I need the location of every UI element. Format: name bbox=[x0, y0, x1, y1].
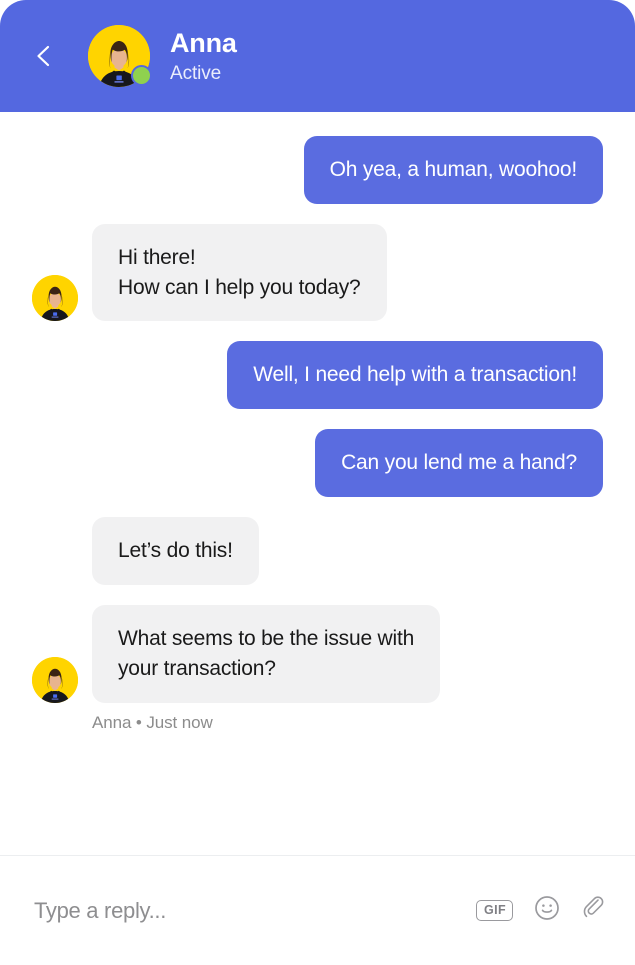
message-bubble-incoming[interactable]: Hi there! How can I help you today? bbox=[92, 223, 387, 322]
message-thread[interactable]: Oh yea, a human, woohoo! Hi there! How c… bbox=[0, 112, 635, 855]
reply-input[interactable] bbox=[34, 897, 476, 924]
message-avatar[interactable] bbox=[32, 656, 78, 703]
online-status-dot bbox=[131, 65, 152, 86]
message-row: Well, I need help with a transaction! bbox=[32, 341, 603, 410]
message-row: Hi there! How can I help you today? bbox=[32, 223, 603, 322]
composer-actions: GIF bbox=[475, 895, 607, 926]
message-meta: Anna • Just now bbox=[92, 712, 213, 732]
header-avatar[interactable] bbox=[88, 25, 152, 87]
message-row: Oh yea, a human, woohoo! bbox=[32, 136, 603, 204]
message-row: Let’s do this! bbox=[32, 517, 603, 585]
attachment-icon bbox=[581, 895, 607, 926]
message-bubble-outgoing[interactable]: Well, I need help with a transaction! bbox=[227, 341, 603, 410]
gif-button[interactable]: GIF bbox=[475, 900, 513, 921]
message-row: Can you lend me a hand? bbox=[32, 429, 603, 498]
header-text-block: Anna Active bbox=[170, 27, 237, 84]
message-bubble-outgoing[interactable]: Can you lend me a hand? bbox=[315, 429, 603, 498]
contact-status: Active bbox=[170, 62, 222, 84]
chevron-left-icon bbox=[31, 43, 57, 69]
message-bubble-outgoing[interactable]: Oh yea, a human, woohoo! bbox=[303, 136, 603, 204]
emoji-button[interactable] bbox=[534, 895, 560, 926]
attachment-button[interactable] bbox=[581, 895, 607, 926]
message-bubble-incoming[interactable]: Let’s do this! bbox=[92, 517, 259, 585]
message-composer: GIF bbox=[0, 855, 635, 965]
avatar-spacer bbox=[32, 539, 78, 585]
contact-name: Anna bbox=[170, 27, 237, 58]
gif-icon: GIF bbox=[475, 900, 513, 921]
message-avatar[interactable] bbox=[32, 275, 78, 322]
message-row: What seems to be the issue with your tra… bbox=[32, 604, 603, 703]
back-button[interactable] bbox=[22, 34, 66, 78]
chat-window: Anna Active Oh yea, a human, woohoo! Hi … bbox=[0, 0, 635, 965]
emoji-icon bbox=[534, 895, 560, 926]
message-bubble-incoming[interactable]: What seems to be the issue with your tra… bbox=[92, 604, 441, 703]
chat-header: Anna Active bbox=[0, 0, 635, 112]
